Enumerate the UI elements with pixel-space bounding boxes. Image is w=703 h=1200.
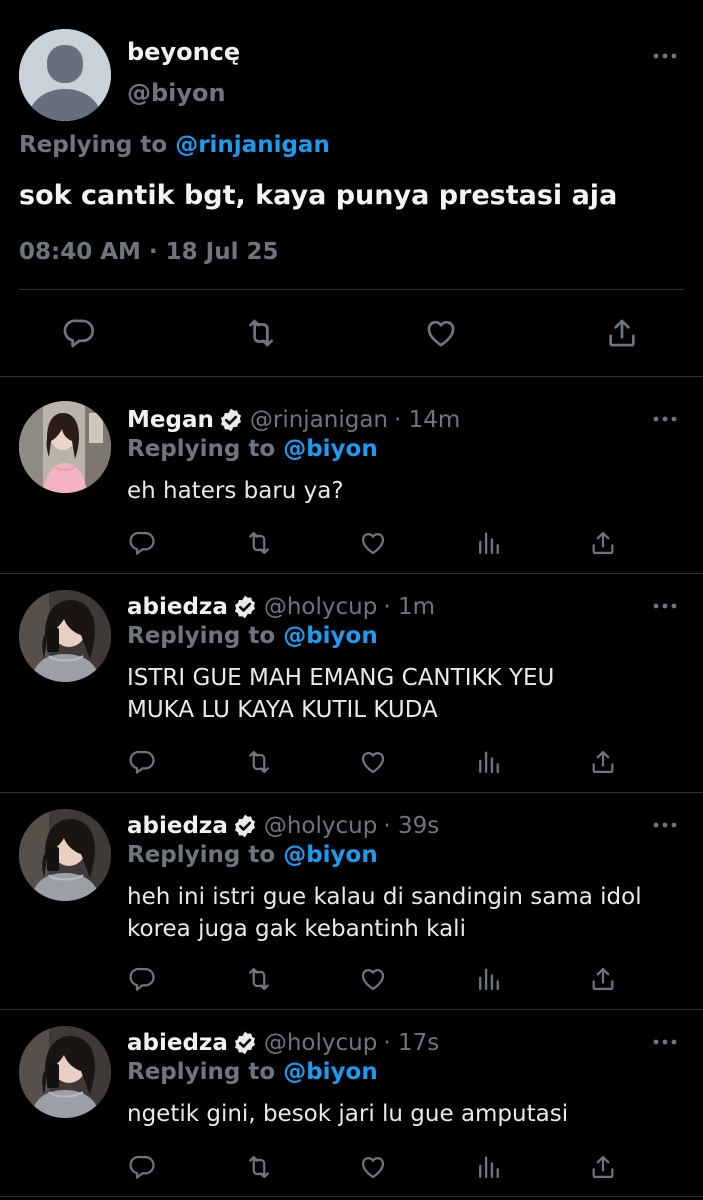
tweet-text: sok cantik bgt, kaya punya prestasi aja [19,180,618,211]
replying-to-label: Replying to [127,623,276,649]
replying-to-mention[interactable]: @rinjanigan [175,132,330,158]
replying-to-label: Replying to [127,1059,276,1085]
share-icon[interactable] [604,316,640,350]
replying-to-mention[interactable]: @biyon [283,1059,378,1085]
tweet-timestamp[interactable]: 08:40 AM · 18 Jul 25 [19,239,279,265]
analytics-icon[interactable] [474,748,504,776]
share-icon[interactable] [588,965,618,993]
reply-tweet[interactable]: abiedza @holycup · 39s Replying to @biyo… [0,793,703,1009]
retweet-icon[interactable] [244,529,274,557]
reply-icon[interactable] [128,529,158,557]
replying-to-line: Replying to @biyon [127,623,378,649]
replying-to-mention[interactable]: @biyon [283,436,378,462]
avatar[interactable] [19,401,111,493]
analytics-icon[interactable] [474,965,504,993]
replying-to-line: Replying to @rinjanigan [19,132,330,158]
retweet-icon[interactable] [244,965,274,993]
avatar[interactable] [19,590,111,682]
retweet-icon[interactable] [244,748,274,776]
like-icon[interactable] [358,529,388,557]
more-icon[interactable] [652,411,678,427]
replying-to-label: Replying to [19,132,168,158]
reply-text-line: korea juga gak kebantinh kali [127,916,466,942]
avatar[interactable] [19,809,111,901]
author-name[interactable]: beyoncę [127,38,240,66]
analytics-icon[interactable] [474,1153,504,1181]
author-handle[interactable]: @biyon [127,79,226,107]
author-name[interactable]: abiedza [127,594,228,620]
reply-icon[interactable] [128,748,158,776]
reply-text-line: ISTRI GUE MAH EMANG CANTIKK YEU [127,665,555,691]
default-avatar-icon[interactable] [19,29,111,121]
reply-tweet[interactable]: Megan @rinjanigan · 14m Replying to @biy… [0,377,703,573]
share-icon[interactable] [588,748,618,776]
reply-text-line: ngetik gini, besok jari lu gue amputasi [127,1101,569,1127]
divider [0,1196,703,1197]
verified-badge-icon [232,594,258,620]
time-ago: · 39s [383,813,440,839]
reply-tweet[interactable]: abiedza @holycup · 1m Replying to @biyon… [0,574,703,792]
author-handle[interactable]: @rinjanigan [250,407,388,433]
replying-to-label: Replying to [127,436,276,462]
reply-text-line: heh ini istri gue kalau di sandingin sam… [127,884,642,910]
author-handle[interactable]: @holycup [264,1030,377,1056]
author-handle[interactable]: @holycup [264,813,377,839]
author-name[interactable]: abiedza [127,813,228,839]
verified-badge-icon [232,813,258,839]
replying-to-label: Replying to [127,842,276,868]
reply-text-line: MUKA LU KAYA KUTIL KUDA [127,697,438,723]
divider [19,289,684,290]
more-icon[interactable] [652,48,678,64]
time-ago: · 1m [383,594,435,620]
author-name[interactable]: abiedza [127,1030,228,1056]
share-icon[interactable] [588,1153,618,1181]
time-ago: · 14m [394,407,461,433]
like-icon[interactable] [358,965,388,993]
time-ago: · 17s [383,1030,440,1056]
reply-text-line: eh haters baru ya? [127,478,344,504]
replying-to-line: Replying to @biyon [127,1059,378,1085]
like-icon[interactable] [358,748,388,776]
like-icon[interactable] [423,316,459,350]
analytics-icon[interactable] [474,529,504,557]
verified-badge-icon [218,407,244,433]
retweet-icon[interactable] [244,1153,274,1181]
like-icon[interactable] [358,1153,388,1181]
retweet-icon[interactable] [243,316,279,350]
reply-text: eh haters baru ya? [127,475,344,507]
replying-to-mention[interactable]: @biyon [283,842,378,868]
replying-to-line: Replying to @biyon [127,436,378,462]
avatar[interactable] [19,1026,111,1118]
verified-badge-icon [232,1030,258,1056]
reply-text: heh ini istri gue kalau di sandingin sam… [127,881,642,945]
reply-icon[interactable] [128,1153,158,1181]
reply-text: ngetik gini, besok jari lu gue amputasi [127,1098,568,1130]
reply-tweet[interactable]: abiedza @holycup · 17s Replying to @biyo… [0,1010,703,1200]
reply-icon[interactable] [62,316,98,350]
author-name[interactable]: Megan [127,407,214,433]
main-tweet: beyoncę @biyon Replying to @rinjanigan s… [0,0,703,376]
reply-text: ISTRI GUE MAH EMANG CANTIKK YEU MUKA LU … [127,662,554,726]
author-handle[interactable]: @holycup [264,594,377,620]
more-icon[interactable] [652,1034,678,1050]
share-icon[interactable] [588,529,618,557]
more-icon[interactable] [652,817,678,833]
replying-to-mention[interactable]: @biyon [283,623,378,649]
reply-icon[interactable] [128,965,158,993]
replying-to-line: Replying to @biyon [127,842,378,868]
more-icon[interactable] [652,598,678,614]
